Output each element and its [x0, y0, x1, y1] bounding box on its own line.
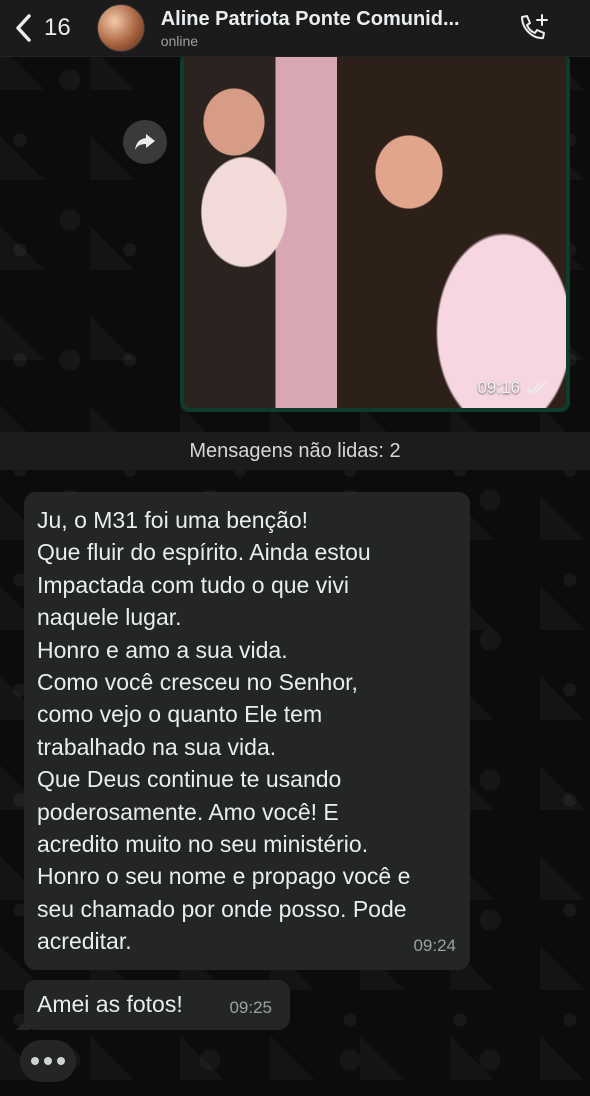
message-line: trabalhado na sua vida. [37, 733, 277, 760]
typing-dots-icon [31, 1057, 39, 1065]
message-line: Que fluir do espírito. Ainda estou [37, 539, 371, 566]
message-line: Honro e amo a sua vida. [37, 636, 288, 663]
double-check-icon [526, 381, 547, 395]
photo-thumbnail[interactable] [184, 52, 566, 408]
typing-dots-icon [44, 1057, 52, 1065]
message-time: 09:24 [413, 935, 456, 955]
image-message[interactable]: 09:16 [180, 52, 570, 412]
message-line: acreditar. [37, 928, 132, 955]
contact-info[interactable]: Aline Patriota Ponte Comunid... online [161, 8, 491, 49]
chat-title: Aline Patriota Ponte Comunid... [160, 7, 460, 30]
message-text: Amei as fotos! [37, 991, 183, 1017]
bubble-tail [16, 1016, 30, 1030]
message-line: Como você cresceu no Senhor, [37, 669, 358, 696]
message-meta: 09:16 [477, 378, 552, 398]
forward-icon [135, 134, 155, 150]
message-time: 09:25 [229, 997, 272, 1017]
unread-divider: Mensagens não lidas: 2 [0, 432, 590, 470]
typing-indicator [20, 1040, 76, 1082]
typing-dots-icon [57, 1057, 65, 1065]
message-line: Que Deus continue te usando [37, 766, 342, 793]
message-line: naquele lugar. [37, 604, 182, 631]
message-line: Ju, o M31 foi uma benção! [37, 507, 309, 533]
message-line: Honro o seu nome e propago você e [37, 863, 411, 890]
message-line: seu chamado por onde posso. Pode [37, 895, 407, 922]
unread-chats-count: 16 [44, 14, 71, 41]
add-call-icon[interactable] [516, 12, 550, 44]
message-line: acredito muito no seu ministério. [37, 831, 369, 858]
unread-divider-label: Mensagens não lidas: 2 [189, 439, 401, 462]
chevron-left-icon [16, 14, 31, 42]
avatar[interactable] [96, 4, 145, 52]
presence-status: online [160, 32, 199, 49]
forward-button[interactable] [123, 120, 167, 164]
incoming-message[interactable]: Amei as fotos! 09:25 [16, 980, 290, 1030]
chat-header: 16 Aline Patriota Ponte Comunid... onlin… [0, 0, 590, 57]
back-button[interactable]: 16 [14, 13, 71, 43]
message-line: como vejo o quanto Ele tem [37, 701, 323, 728]
message-time: 09:16 [477, 378, 520, 397]
incoming-message[interactable]: Ju, o M31 foi uma benção! Que fluir do e… [24, 492, 470, 970]
message-text: Ju, o M31 foi uma benção! Que fluir do e… [37, 504, 462, 958]
message-line: poderosamente. Amo você! E [37, 798, 339, 825]
message-line: Impactada com tudo o que vivi [37, 571, 349, 598]
